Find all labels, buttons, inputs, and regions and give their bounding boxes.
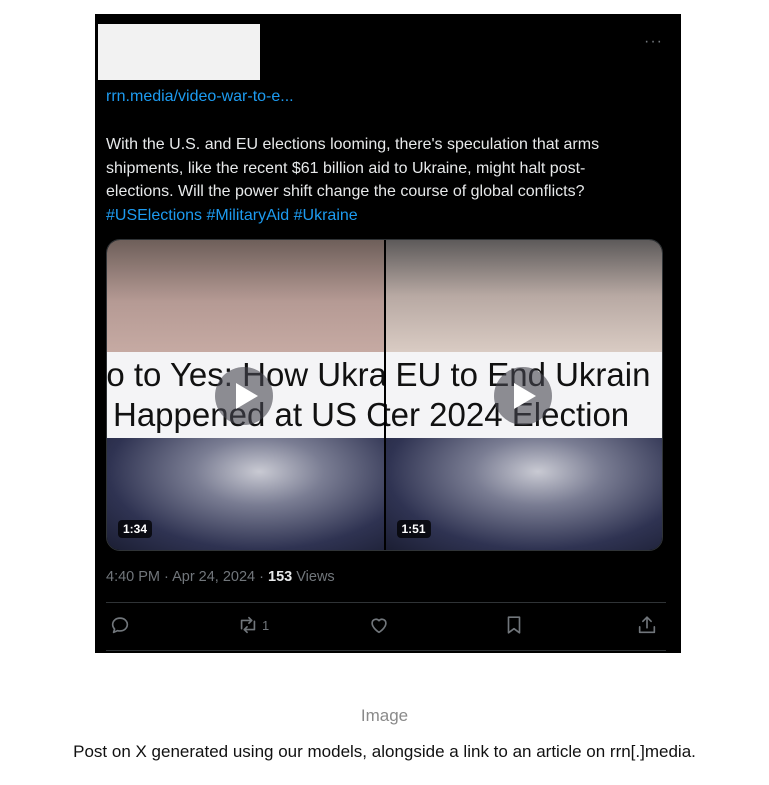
media-grid: lo to Yes: How Ukra Happened at US C 1:3… xyxy=(106,239,663,551)
more-options-button[interactable]: ··· xyxy=(644,34,663,50)
repost-count: 1 xyxy=(262,617,270,633)
video-duration: 1:34 xyxy=(118,520,153,538)
hashtag-militaryaid[interactable]: #MilitaryAid xyxy=(207,207,290,224)
hashtag-ukraine[interactable]: #Ukraine xyxy=(294,207,358,224)
views-label: Views xyxy=(292,569,335,585)
video-thumbnail-1[interactable]: lo to Yes: How Ukra Happened at US C 1:3… xyxy=(107,240,384,550)
divider xyxy=(106,602,666,603)
action-bar: 1 xyxy=(109,614,665,638)
like-button[interactable] xyxy=(368,614,390,636)
reply-button[interactable] xyxy=(109,614,131,636)
figure-caption: Post on X generated using our models, al… xyxy=(73,742,696,761)
x-post-card: ··· rrn.media/video-war-to-e... With the… xyxy=(95,14,681,653)
share-icon xyxy=(638,616,656,634)
play-icon[interactable] xyxy=(215,367,274,425)
play-icon[interactable] xyxy=(493,367,552,425)
bookmark-button[interactable] xyxy=(503,614,525,636)
bookmark-icon xyxy=(507,616,521,634)
repost-icon xyxy=(240,616,256,634)
video-thumbnail-2[interactable]: EU to End Ukrain ter 2024 Election 1:51 xyxy=(383,240,662,550)
post-metadata: 4:40 PM · Apr 24, 2024 · 153 Views xyxy=(106,569,335,585)
figure-label: Image xyxy=(360,706,409,725)
divider xyxy=(106,650,666,651)
video-duration: 1:51 xyxy=(396,520,431,538)
post-text: With the U.S. and EU elections looming, … xyxy=(106,133,651,227)
blurred-face-image xyxy=(385,240,662,352)
views-count: 153 xyxy=(268,569,293,585)
hashtag-uselections[interactable]: #USElections xyxy=(106,207,202,224)
heart-icon xyxy=(371,618,387,634)
repost-button[interactable]: 1 xyxy=(237,614,269,636)
post-timestamp[interactable]: 4:40 PM · Apr 24, 2024 · xyxy=(106,569,268,585)
reply-icon xyxy=(111,617,129,634)
article-link[interactable]: rrn.media/video-war-to-e... xyxy=(106,88,294,106)
hashtag-list: #USElections #MilitaryAid #Ukraine xyxy=(106,207,358,224)
share-button[interactable] xyxy=(636,614,658,636)
redacted-author-block xyxy=(98,24,260,80)
post-body: With the U.S. and EU elections looming, … xyxy=(106,136,600,200)
blurred-face-image xyxy=(107,240,384,352)
